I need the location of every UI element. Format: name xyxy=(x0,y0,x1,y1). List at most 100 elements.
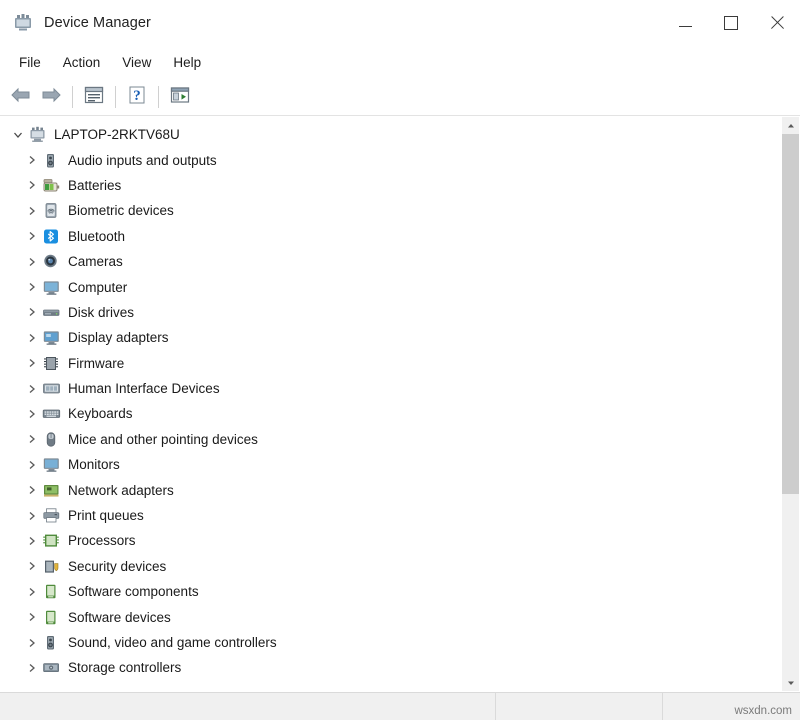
svg-text:?: ? xyxy=(133,88,141,104)
chevron-right-icon[interactable] xyxy=(23,303,41,321)
tree-item-cameras[interactable]: Cameras xyxy=(1,249,781,274)
monitor-icon xyxy=(41,456,61,474)
tree-item-label: Bluetooth xyxy=(68,229,125,244)
chevron-right-icon[interactable] xyxy=(23,608,41,626)
tree-item-mice-and-other-pointing-devices[interactable]: Mice and other pointing devices xyxy=(1,427,781,452)
tree-item-monitors[interactable]: Monitors xyxy=(1,452,781,477)
maximize-icon xyxy=(724,16,738,30)
tree-item-biometric-devices[interactable]: Biometric devices xyxy=(1,198,781,223)
tree-item-security-devices[interactable]: Security devices xyxy=(1,554,781,579)
chevron-right-icon[interactable] xyxy=(23,151,41,169)
chevron-right-icon[interactable] xyxy=(23,507,41,525)
maximize-button[interactable] xyxy=(708,0,754,46)
battery-icon xyxy=(41,176,61,194)
menu-action[interactable]: Action xyxy=(52,50,112,76)
scrollbar-thumb[interactable] xyxy=(782,134,799,494)
arrow-left-icon xyxy=(10,87,32,106)
scroll-down-button[interactable] xyxy=(782,674,799,691)
chevron-right-icon[interactable] xyxy=(23,227,41,245)
menu-bar: File Action View Help xyxy=(0,47,800,78)
chevron-right-icon[interactable] xyxy=(23,202,41,220)
tree-item-keyboards[interactable]: Keyboards xyxy=(1,401,781,426)
vertical-scrollbar[interactable] xyxy=(781,117,799,691)
tree-item-label: Keyboards xyxy=(68,406,133,421)
chevron-right-icon[interactable] xyxy=(23,253,41,271)
tree-item-display-adapters[interactable]: Display adapters xyxy=(1,325,781,350)
chevron-right-icon[interactable] xyxy=(23,634,41,652)
chevron-right-icon[interactable] xyxy=(23,380,41,398)
tree-root-label: LAPTOP-2RKTV68U xyxy=(54,127,180,142)
tree-item-network-adapters[interactable]: Network adapters xyxy=(1,477,781,502)
fingerprint-icon xyxy=(41,202,61,220)
camera-icon xyxy=(41,253,61,271)
processor-icon xyxy=(41,532,61,550)
tree-item-print-queues[interactable]: Print queues xyxy=(1,503,781,528)
tree-item-label: Display adapters xyxy=(68,330,169,345)
chevron-right-icon[interactable] xyxy=(23,481,41,499)
menu-help[interactable]: Help xyxy=(162,50,212,76)
properties-button[interactable] xyxy=(79,82,109,112)
tree-item-disk-drives[interactable]: Disk drives xyxy=(1,300,781,325)
minimize-button[interactable] xyxy=(662,0,708,46)
security-chip-icon xyxy=(41,557,61,575)
tree-item-batteries[interactable]: Batteries xyxy=(1,173,781,198)
tree-item-label: Software devices xyxy=(68,610,171,625)
display-adapter-icon xyxy=(41,329,61,347)
chevron-right-icon[interactable] xyxy=(23,583,41,601)
close-button[interactable] xyxy=(754,0,800,46)
chevron-right-icon[interactable] xyxy=(23,354,41,372)
chevron-right-icon[interactable] xyxy=(23,532,41,550)
tree-item-storage-controllers[interactable]: Storage controllers xyxy=(1,655,781,680)
toolbar: ? xyxy=(0,78,800,116)
help-button[interactable]: ? xyxy=(122,82,152,112)
tree-item-audio-inputs-and-outputs[interactable]: Audio inputs and outputs xyxy=(1,147,781,172)
toolbar-separator-3 xyxy=(158,86,159,108)
chevron-right-icon[interactable] xyxy=(23,456,41,474)
tree-item-label: Monitors xyxy=(68,457,120,472)
tree-item-bluetooth[interactable]: Bluetooth xyxy=(1,224,781,249)
tree-item-label: Firmware xyxy=(68,356,124,371)
software-component-icon xyxy=(41,583,61,601)
keyboard-icon xyxy=(41,405,61,423)
tree-item-human-interface-devices[interactable]: Human Interface Devices xyxy=(1,376,781,401)
tree-item-sound-video-and-game-controllers[interactable]: Sound, video and game controllers xyxy=(1,630,781,655)
storage-controller-icon xyxy=(41,659,61,677)
chevron-right-icon[interactable] xyxy=(23,557,41,575)
chevron-right-icon[interactable] xyxy=(23,430,41,448)
chevron-right-icon[interactable] xyxy=(23,659,41,677)
tree-item-software-devices[interactable]: Software devices xyxy=(1,604,781,629)
monitor-icon xyxy=(41,278,61,296)
chevron-down-icon[interactable] xyxy=(9,126,27,144)
tree-item-label: Biometric devices xyxy=(68,203,174,218)
scroll-down-icon xyxy=(787,675,795,690)
menu-file[interactable]: File xyxy=(8,50,52,76)
status-bar: wsxdn.com xyxy=(0,692,800,720)
device-manager-icon xyxy=(12,12,34,34)
tree-item-label: Computer xyxy=(68,280,127,295)
chevron-right-icon[interactable] xyxy=(23,405,41,423)
device-tree[interactable]: LAPTOP-2RKTV68U Audio inputs and out xyxy=(1,117,781,691)
software-device-icon xyxy=(41,608,61,626)
window-title: Device Manager xyxy=(44,15,151,31)
computer-root-icon xyxy=(27,126,47,144)
watermark: wsxdn.com xyxy=(734,705,792,717)
tree-item-processors[interactable]: Processors xyxy=(1,528,781,553)
chevron-right-icon[interactable] xyxy=(23,329,41,347)
scrollbar-track[interactable] xyxy=(782,134,799,674)
chevron-right-icon[interactable] xyxy=(23,176,41,194)
scan-hardware-button[interactable] xyxy=(165,82,195,112)
arrow-right-icon xyxy=(40,87,62,106)
tree-root-row[interactable]: LAPTOP-2RKTV68U xyxy=(1,122,781,147)
toolbar-separator-1 xyxy=(72,86,73,108)
chevron-right-icon[interactable] xyxy=(23,278,41,296)
menu-view[interactable]: View xyxy=(111,50,162,76)
bluetooth-icon xyxy=(41,227,61,245)
tree-item-label: Human Interface Devices xyxy=(68,381,220,396)
scroll-up-button[interactable] xyxy=(782,117,799,134)
forward-button[interactable] xyxy=(36,82,66,112)
firmware-chip-icon xyxy=(41,354,61,372)
tree-item-computer[interactable]: Computer xyxy=(1,274,781,299)
tree-item-software-components[interactable]: Software components xyxy=(1,579,781,604)
back-button[interactable] xyxy=(6,82,36,112)
tree-item-firmware[interactable]: Firmware xyxy=(1,351,781,376)
